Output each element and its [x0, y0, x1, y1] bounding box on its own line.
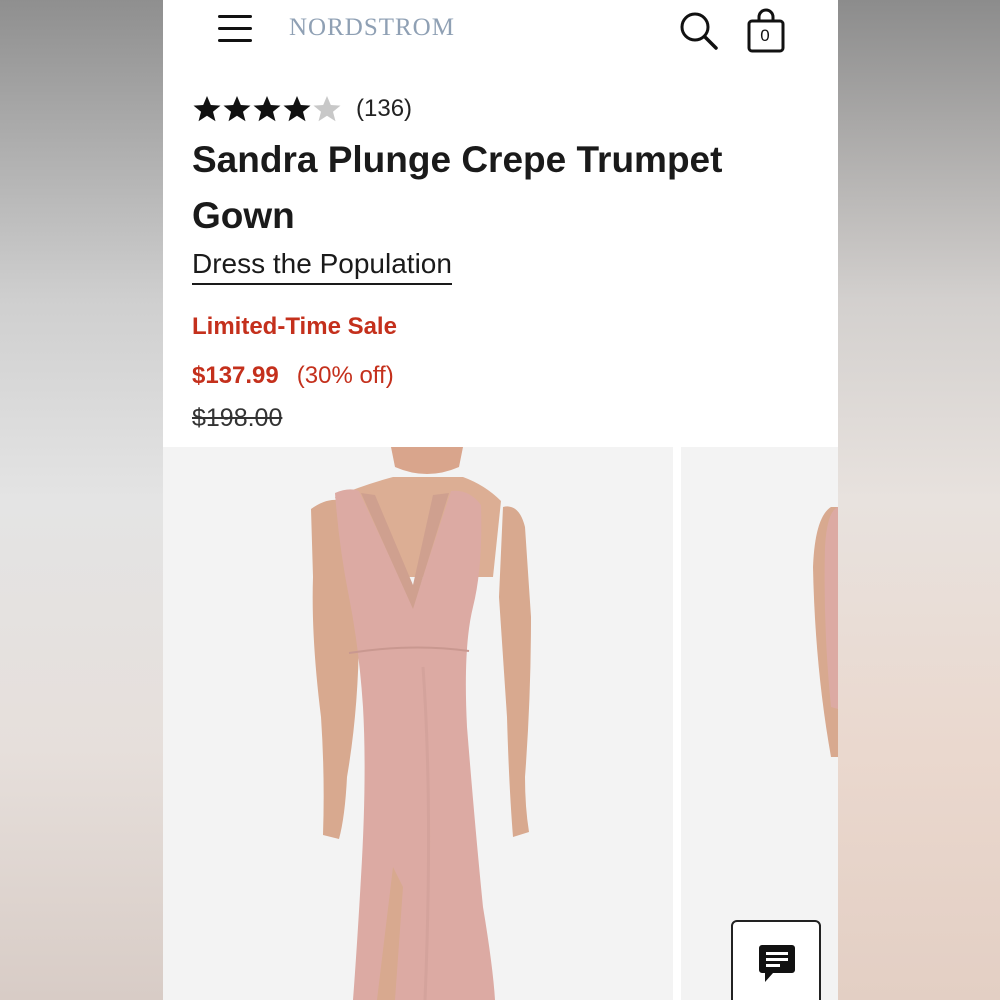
nordstrom-logo[interactable]: NORDSTROM [289, 14, 455, 42]
pink-gown-side-photo[interactable] [681, 447, 838, 1000]
search-icon[interactable] [678, 10, 720, 52]
star-filled-icon [283, 96, 311, 122]
shopping-bag-icon[interactable]: 0 [746, 8, 786, 54]
discount-percent: (30% off) [296, 362, 394, 389]
product-gallery[interactable] [163, 447, 838, 1000]
original-price: $198.00 [192, 404, 283, 432]
price-row: $137.99 (30% off) [192, 362, 394, 390]
star-filled-icon [223, 96, 251, 122]
product-title: Sandra Plunge Crepe Trumpet Gown [192, 139, 723, 236]
product-rating[interactable]: (136) [192, 93, 412, 125]
bag-count: 0 [760, 26, 770, 45]
pink-gown-front-photo[interactable] [163, 447, 673, 1000]
chat-button[interactable] [731, 920, 821, 1000]
star-filled-icon [253, 96, 281, 122]
hamburger-menu-icon[interactable] [218, 13, 254, 45]
header: NORDSTROM 0 [163, 0, 838, 70]
phone-screen: NORDSTROM 0 (136) Sandra Plunge Crepe Tr… [163, 0, 838, 1000]
star-empty-icon [313, 96, 341, 122]
rating-stars [192, 94, 342, 124]
background-blur-right [838, 0, 1000, 1000]
sale-price: $137.99 [192, 362, 279, 389]
sale-label: Limited-Time Sale [192, 313, 397, 340]
background-blur-left [0, 0, 163, 1000]
brand-link[interactable]: Dress the Population [192, 246, 452, 285]
review-count[interactable]: (136) [356, 95, 412, 123]
chat-icon [759, 945, 795, 982]
star-filled-icon [193, 96, 221, 122]
